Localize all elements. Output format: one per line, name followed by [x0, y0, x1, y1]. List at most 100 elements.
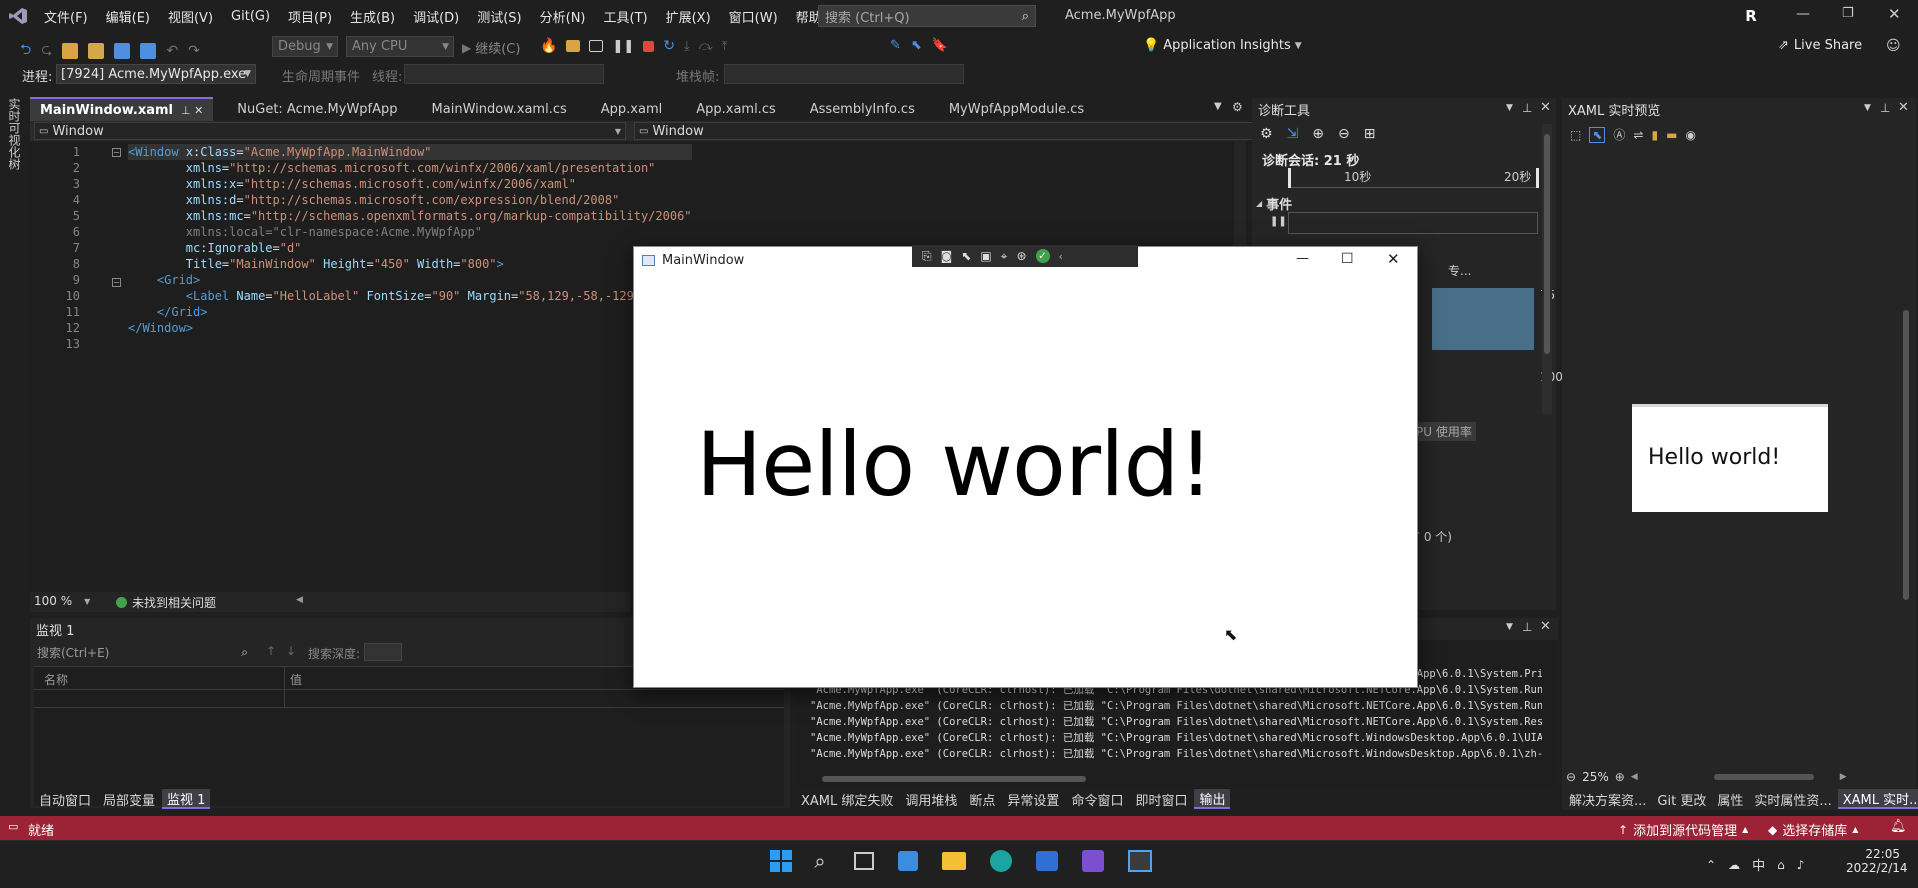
preview-zoom-value[interactable]: 25%	[1582, 770, 1609, 784]
check-circle-icon[interactable]: ✓	[1035, 249, 1050, 263]
widgets-icon[interactable]	[898, 851, 918, 871]
panel-tab[interactable]: 属性	[1712, 789, 1748, 809]
editor-tab[interactable]: MyWpfAppModule.cs	[939, 97, 1094, 121]
display-layout-icon[interactable]: ▣	[980, 249, 991, 263]
zoom-out-icon[interactable]: ⊖	[1338, 126, 1350, 142]
close-icon[interactable]: ✕	[1540, 100, 1551, 115]
diagnostics-icon[interactable]: ✎	[890, 38, 901, 53]
restart-icon[interactable]: ↻	[663, 38, 675, 54]
lifecycle-events[interactable]: 生命周期事件	[282, 66, 360, 85]
output-hscrollbar[interactable]	[810, 774, 1540, 784]
redo-icon[interactable]: ↷	[188, 43, 200, 59]
collapse-toolbar-icon[interactable]: ‹	[1059, 250, 1063, 263]
platform-dropdown[interactable]: Any CPU ▼	[346, 36, 454, 57]
reset-zoom-icon[interactable]: ⊞	[1364, 126, 1376, 142]
timeline-ruler[interactable]: 10秒 20秒	[1288, 168, 1539, 188]
step-over-icon[interactable]: ⤼	[699, 39, 713, 54]
maximize-icon[interactable]: ☐	[1341, 251, 1354, 267]
layout-icon[interactable]	[589, 40, 604, 52]
pause-icon[interactable]: ❚❚	[612, 39, 634, 54]
menu-item[interactable]: 调试(D)	[404, 7, 468, 26]
main-window[interactable]: MainWindow — ☐ ✕ ⎘ ◙ ⬉ ▣ ⌖ ⊛ ✓ ‹ Hello w…	[633, 245, 1418, 688]
file-explorer-icon[interactable]	[942, 852, 966, 870]
editor-tab[interactable]: App.xaml	[591, 97, 672, 121]
search-depth-dropdown[interactable]	[364, 643, 402, 661]
export-icon[interactable]: ⇲	[1287, 126, 1299, 142]
cpu-usage-tab[interactable]: PU 使用率	[1412, 422, 1476, 441]
panel-tab[interactable]: 实时属性资...	[1749, 789, 1836, 809]
menu-item[interactable]: 测试(S)	[468, 7, 530, 26]
zoom-out-icon[interactable]: ⊖	[1566, 770, 1576, 784]
save-all-icon[interactable]	[140, 43, 157, 59]
chevron-up-icon[interactable]: ⌃	[1706, 858, 1716, 872]
panel-tab[interactable]: 即时窗口	[1130, 789, 1192, 809]
scroll-right-icon[interactable]: ▶	[1840, 772, 1847, 782]
element-nav-right[interactable]: ▭ Window	[634, 122, 1256, 140]
visual-studio-icon[interactable]	[1082, 850, 1104, 872]
panel-tab[interactable]: 监视 1	[162, 789, 211, 809]
editor-tab[interactable]: MainWindow.xaml ⊥ ✕	[30, 97, 214, 121]
close-icon[interactable]: ✕	[1898, 100, 1909, 115]
panel-tab[interactable]: 自动窗口	[34, 789, 96, 809]
track-focus-icon[interactable]: ⌖	[1001, 249, 1008, 264]
continue-button[interactable]: ▶ 继续(C)	[462, 38, 520, 58]
close-icon[interactable]: ✕	[1387, 250, 1400, 268]
add-source-control-button[interactable]: ↑ 添加到源代码管理 ▲	[1618, 820, 1748, 840]
select-element-icon[interactable]: ⬉	[911, 38, 922, 53]
save-icon[interactable]	[114, 43, 131, 59]
chevron-down-icon[interactable]: ▼	[1506, 103, 1513, 113]
chevron-down-icon[interactable]: ▼	[1864, 103, 1871, 113]
step-out-icon[interactable]: ⤒	[722, 39, 728, 54]
close-icon[interactable]: ✕	[1540, 619, 1551, 634]
select-element-icon[interactable]: ⬚	[1570, 128, 1581, 142]
preview-window[interactable]: Hello world!	[1632, 404, 1828, 512]
panel-tab[interactable]: Git 更改	[1652, 789, 1711, 809]
watch-search-input[interactable]: 搜索(Ctrl+E) ⌕	[34, 642, 250, 662]
vs-logo-icon[interactable]	[8, 7, 28, 25]
editor-tab[interactable]: NuGet: Acme.MyWpfApp	[227, 97, 407, 121]
task-view-icon[interactable]	[854, 852, 874, 870]
select-repo-button[interactable]: ◆ 选择存储库 ▲	[1768, 820, 1858, 840]
element-nav-left[interactable]: ▭ Window ▼	[34, 122, 626, 140]
select-element-icon[interactable]: ⬉	[961, 249, 971, 263]
back-icon[interactable]: ⮌	[20, 39, 31, 63]
scroll-left-icon[interactable]: ◀	[296, 595, 303, 605]
restore-icon[interactable]: ❐	[1842, 6, 1854, 21]
fold-marker[interactable]: −	[112, 148, 121, 157]
editor-tab[interactable]: MainWindow.xaml.cs	[422, 97, 577, 121]
panel-tab[interactable]: 调用堆栈	[900, 789, 962, 809]
feedback-icon[interactable]: ☺	[1886, 38, 1901, 54]
preview-hscroll-track[interactable]	[1644, 774, 1834, 780]
close-icon[interactable]: ✕	[1888, 5, 1901, 23]
pin-icon[interactable]: ⊥	[1522, 620, 1532, 634]
wpf-app-taskbar-icon[interactable]	[1128, 850, 1152, 872]
minimize-icon[interactable]: —	[1796, 6, 1810, 22]
display-adorners-icon[interactable]: ⬉	[1589, 126, 1606, 143]
clock[interactable]: 22:05 2022/2/14	[1846, 847, 1908, 875]
search-box[interactable]: 搜索 (Ctrl+Q) ⌕	[818, 5, 1036, 27]
output-dropdown-icon[interactable]: ▼	[1506, 622, 1513, 632]
open-icon[interactable]	[88, 43, 105, 59]
bookmark-icon[interactable]: 🔖	[932, 38, 948, 53]
menu-item[interactable]: Git(G)	[222, 9, 279, 24]
forward-icon[interactable]: ⮎	[41, 39, 52, 63]
live-visual-tree-tab[interactable]: 实时可视化树	[6, 98, 23, 170]
hot-reload-icon[interactable]: 🔥	[540, 38, 557, 54]
eye-icon[interactable]: ◉	[1685, 128, 1695, 142]
track-focus-icon[interactable]: Ⓐ	[1613, 126, 1625, 143]
menu-item[interactable]: 编辑(E)	[97, 7, 159, 26]
store-icon[interactable]	[1036, 851, 1058, 871]
thread-dropdown[interactable]	[404, 64, 604, 84]
process-dropdown[interactable]: [7924] Acme.MyWpfApp.exe ▼	[56, 64, 256, 84]
menu-item[interactable]: 扩展(X)	[657, 7, 720, 26]
menu-item[interactable]: 工具(T)	[595, 7, 657, 26]
zoom-in-icon[interactable]: ⊕	[1312, 126, 1324, 142]
camera-icon[interactable]: ◙	[941, 249, 953, 263]
browse-icon[interactable]	[566, 40, 581, 52]
new-project-icon[interactable]	[62, 43, 79, 59]
volume-icon[interactable]: ♪	[1797, 858, 1805, 872]
xaml-preview-scrollbar[interactable]	[1900, 150, 1912, 760]
network-icon[interactable]: ⌂	[1777, 858, 1785, 872]
edge-icon[interactable]	[990, 850, 1012, 872]
pin-icon[interactable]: ⊥	[1522, 101, 1532, 115]
